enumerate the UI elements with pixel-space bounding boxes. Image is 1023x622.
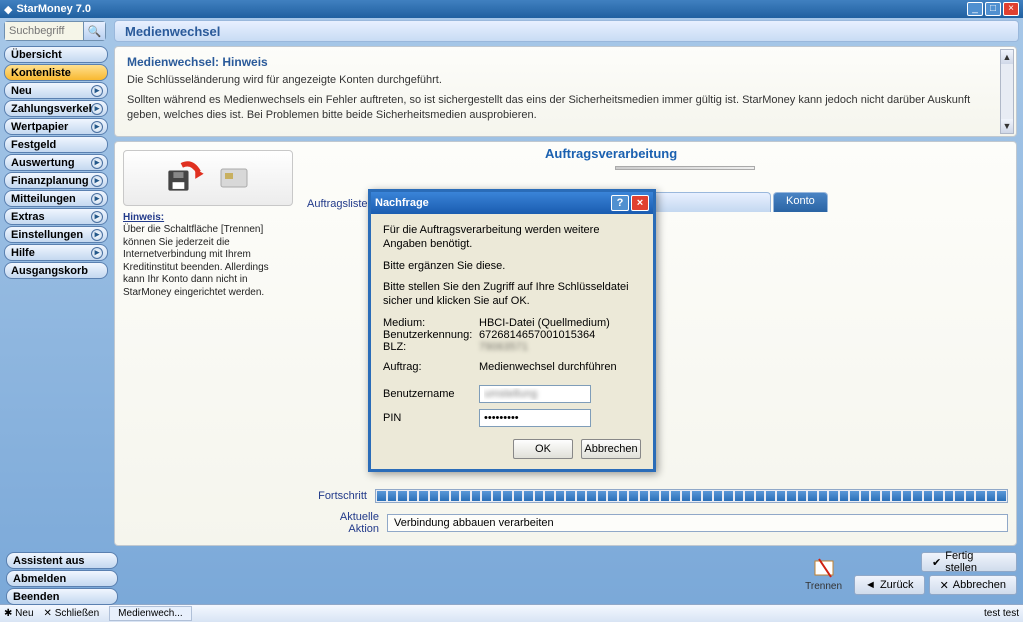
chevron-icon: ▸ <box>91 193 103 205</box>
scroll-down-icon[interactable]: ▼ <box>1001 119 1013 133</box>
cancel-icon: ✕ <box>940 579 949 592</box>
mini-progress <box>615 166 755 170</box>
check-icon: ✔ <box>932 556 941 569</box>
benutzername-label: Benutzername <box>383 388 479 400</box>
fertig-button[interactable]: ✔Fertig stellen <box>921 552 1017 572</box>
sidebar-item-ausgangskorb[interactable]: Ausgangskorb <box>4 262 108 279</box>
medium-value: HBCI-Datei (Quellmedium) <box>479 317 610 329</box>
medium-key: Medium: <box>383 317 479 329</box>
card-icon <box>217 161 251 195</box>
sidebar-item-übersicht[interactable]: Übersicht <box>4 46 108 63</box>
dialog-cancel-button[interactable]: Abbrechen <box>581 439 641 459</box>
benutzerkennung-value: 6726814657001015364 <box>479 329 595 341</box>
benutzerkennung-key: Benutzerkennung: <box>383 329 479 341</box>
beenden-button[interactable]: Beenden <box>6 588 118 605</box>
abbrechen-button[interactable]: ✕Abbrechen <box>929 575 1017 595</box>
disconnect-icon <box>811 555 837 581</box>
info-panel: Medienwechsel: Hinweis Die Schlüsselände… <box>114 46 1017 137</box>
sidebar-item-neu[interactable]: Neu▸ <box>4 82 108 99</box>
dialog-help-button[interactable]: ? <box>611 195 629 211</box>
search-icon: 🔍 <box>88 25 102 38</box>
bottom-bar: Assistent aus Abmelden Beenden Trennen ✔… <box>0 548 1023 604</box>
hint-title: Hinweis: <box>123 212 164 223</box>
sidebar-item-zahlungsverkehr[interactable]: Zahlungsverkehr▸ <box>4 100 108 117</box>
window-title: StarMoney 7.0 <box>16 3 965 15</box>
auftrag-key: Auftrag: <box>383 361 479 373</box>
sidebar-item-mitteilungen[interactable]: Mitteilungen▸ <box>4 190 108 207</box>
nachfrage-dialog: Nachfrage ? × Für die Auftragsverarbeitu… <box>368 189 656 472</box>
minimize-button[interactable]: _ <box>967 2 983 16</box>
pin-label: PIN <box>383 412 479 424</box>
maximize-button[interactable]: □ <box>985 2 1001 16</box>
chevron-icon: ▸ <box>91 229 103 241</box>
info-text1: Die Schlüsseländerung wird für angezeigt… <box>127 73 996 87</box>
dialog-ok-button[interactable]: OK <box>513 439 573 459</box>
dialog-title: Nachfrage <box>375 197 609 209</box>
window-titlebar: ◆ StarMoney 7.0 _ □ × <box>0 0 1023 18</box>
benutzername-input[interactable] <box>479 385 591 403</box>
chevron-icon: ▸ <box>91 121 103 133</box>
auftrag-value: Medienwechsel durchführen <box>479 361 617 373</box>
sidebar-item-festgeld[interactable]: Festgeld <box>4 136 108 153</box>
blz-value: 79063571 <box>479 341 528 353</box>
assistent-aus-button[interactable]: Assistent aus <box>6 552 118 569</box>
media-icon-card <box>123 150 293 206</box>
aktion-field <box>387 514 1008 532</box>
info-text2: Sollten während es Medienwechsels ein Fe… <box>127 93 996 122</box>
progress-bar <box>375 489 1008 503</box>
app-icon: ◆ <box>4 3 12 16</box>
close-button[interactable]: × <box>1003 2 1019 16</box>
search-input[interactable] <box>5 22 83 40</box>
abmelden-button[interactable]: Abmelden <box>6 570 118 587</box>
pin-input[interactable] <box>479 409 591 427</box>
back-icon: ◄ <box>865 579 876 591</box>
sidebar-item-hilfe[interactable]: Hilfe▸ <box>4 244 108 261</box>
tab-konto[interactable]: Konto <box>773 192 828 212</box>
sidebar-item-extras[interactable]: Extras▸ <box>4 208 108 225</box>
chevron-icon: ▸ <box>91 175 103 187</box>
sidebar-item-auswertung[interactable]: Auswertung▸ <box>4 154 108 171</box>
sidebar-item-kontenliste[interactable]: Kontenliste <box>4 64 108 81</box>
dialog-p1: Für die Auftragsverarbeitung werden weit… <box>383 224 641 252</box>
blz-key: BLZ: <box>383 341 479 353</box>
dialog-p2: Bitte ergänzen Sie diese. <box>383 260 641 274</box>
sidebar-item-wertpapier[interactable]: Wertpapier▸ <box>4 118 108 135</box>
search-box: 🔍 <box>4 21 106 41</box>
chevron-icon: ▸ <box>91 103 103 115</box>
dialog-titlebar: Nachfrage ? × <box>371 192 653 214</box>
dialog-p3: Bitte stellen Sie den Zugriff auf Ihre S… <box>383 281 641 309</box>
auftragsverarbeitung-heading: Auftragsverarbeitung <box>545 146 677 161</box>
search-button[interactable]: 🔍 <box>83 22 105 40</box>
info-heading: Medienwechsel: Hinweis <box>127 55 996 69</box>
hint-text: Hinweis: Über die Schaltfläche [Trennen]… <box>123 212 293 300</box>
chevron-icon: ▸ <box>91 247 103 259</box>
sidebar-item-finanzplanung[interactable]: Finanzplanung▸ <box>4 172 108 189</box>
sidebar: ÜbersichtKontenlisteNeu▸Zahlungsverkehr▸… <box>0 44 112 548</box>
dialog-close-button[interactable]: × <box>631 195 649 211</box>
chevron-icon: ▸ <box>91 211 103 223</box>
chevron-icon: ▸ <box>91 85 103 97</box>
zurueck-button[interactable]: ◄Zurück <box>854 575 925 595</box>
top-bar: 🔍 Medienwechsel <box>0 18 1023 44</box>
fortschritt-label: Fortschritt <box>307 490 367 502</box>
page-title: Medienwechsel <box>114 20 1019 42</box>
disk-transfer-icon <box>165 157 207 199</box>
hint-body: Über die Schaltfläche [Trennen] können S… <box>123 224 269 298</box>
status-bar: ✱ Neu ✕ Schließen Medienwech... test tes… <box>0 604 1023 622</box>
chevron-icon: ▸ <box>91 157 103 169</box>
sidebar-item-einstellungen[interactable]: Einstellungen▸ <box>4 226 108 243</box>
aktion-label: Aktuelle Aktion <box>307 511 379 535</box>
scroll-up-icon[interactable]: ▲ <box>1001 50 1013 64</box>
info-scrollbar[interactable]: ▲ ▼ <box>1000 49 1014 134</box>
trennen-button[interactable]: Trennen <box>799 553 848 594</box>
